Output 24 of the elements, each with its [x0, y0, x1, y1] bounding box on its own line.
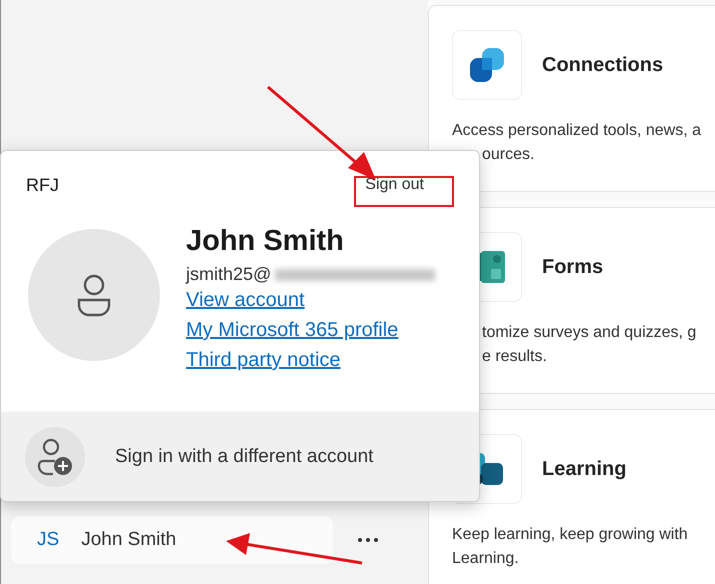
- account-button[interactable]: JS John Smith: [11, 516, 333, 564]
- different-account-button[interactable]: Sign in with a different account: [115, 446, 374, 468]
- sign-out-button[interactable]: Sign out: [360, 173, 429, 197]
- card-description: ources.: [481, 145, 534, 165]
- app-card[interactable]: Connections Access personalized tools, news, a ources.: [428, 5, 715, 192]
- app-card[interactable]: Learning Keep learning, keep growing with Learning.: [428, 409, 715, 584]
- card-description: e results.: [481, 347, 547, 367]
- add-person-icon: [37, 438, 73, 476]
- organization-name: RFJ: [26, 174, 59, 196]
- card-title: Forms: [542, 256, 604, 278]
- card-description: tomize surveys and quizzes, g: [481, 323, 696, 343]
- card-description: Keep learning, keep growing with: [452, 525, 688, 545]
- user-email: jsmith25@: [186, 264, 272, 285]
- card-description: Access personalized tools, news, a: [452, 121, 702, 141]
- other-account-row[interactable]: Sign in with a different account: [1, 413, 479, 501]
- card-description: Learning.: [452, 549, 519, 569]
- card-title: Connections: [542, 54, 664, 76]
- person-icon: [76, 273, 112, 317]
- account-name: John Smith: [81, 529, 176, 551]
- account-initials: JS: [37, 529, 60, 551]
- chain-link-icon: [468, 46, 506, 84]
- more-icon[interactable]: [357, 537, 379, 543]
- card-title: Learning: [542, 458, 626, 480]
- user-name: John Smith: [186, 225, 345, 258]
